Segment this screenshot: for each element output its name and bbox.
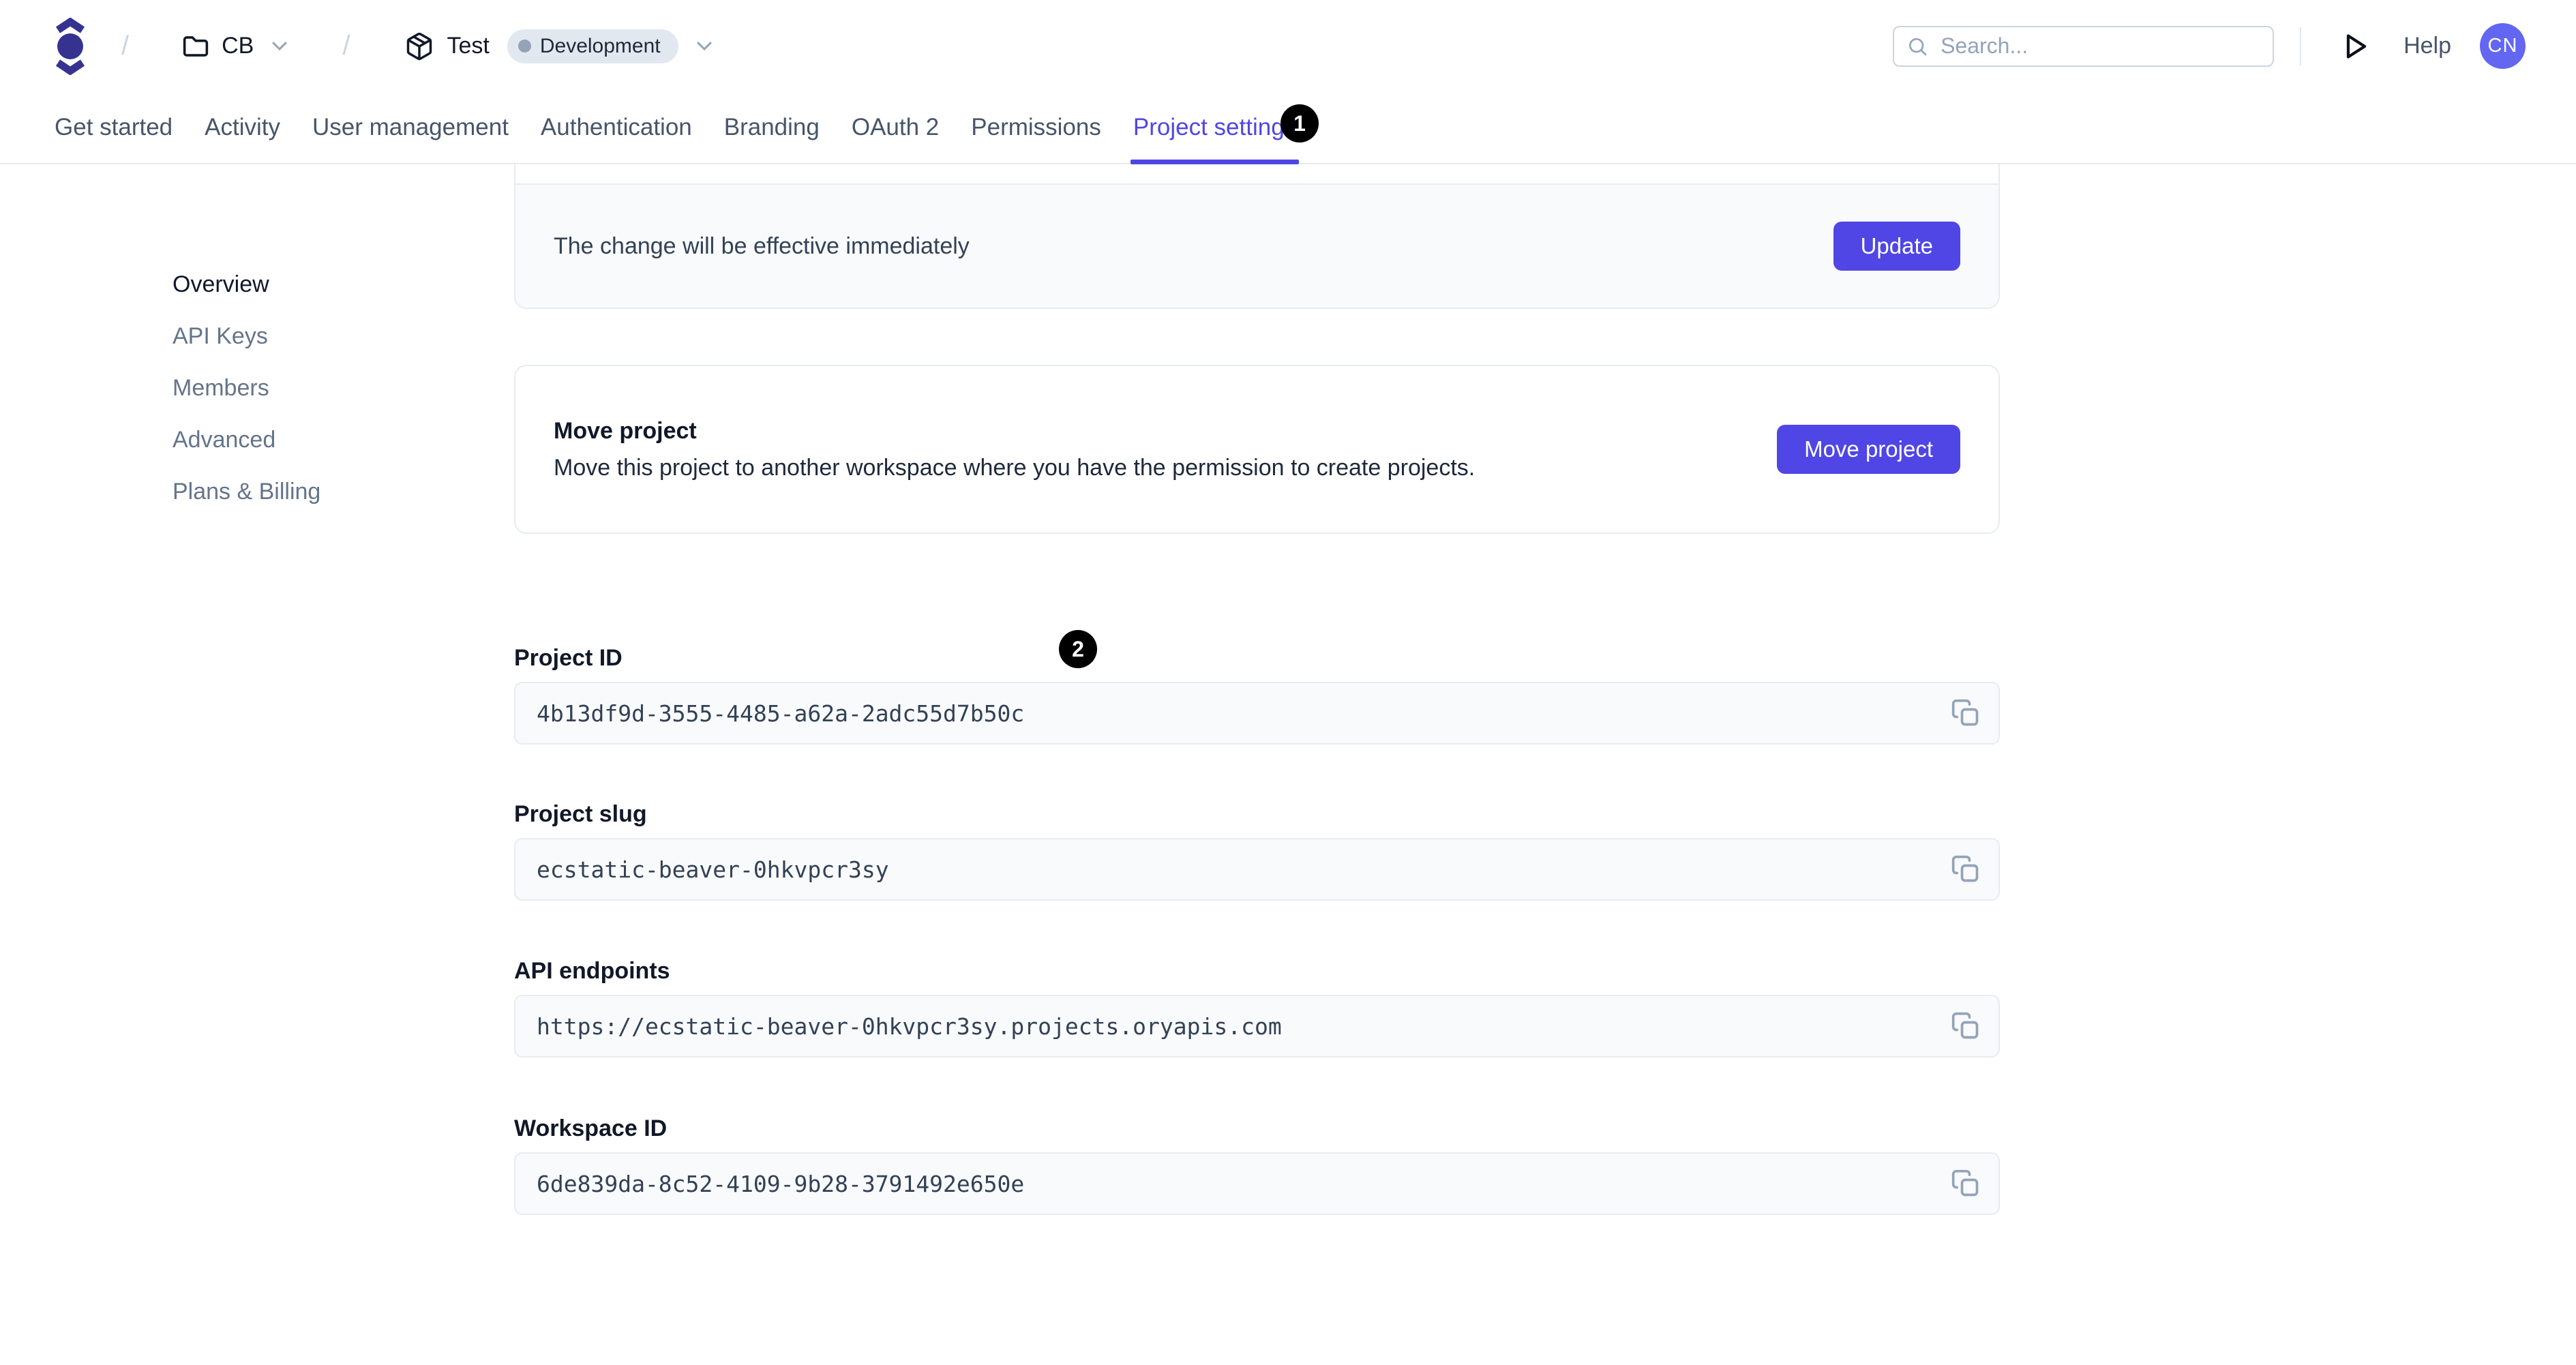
copy-icon bbox=[1951, 1011, 1981, 1041]
move-project-text: Move project Move this project to anothe… bbox=[554, 418, 1475, 481]
workspace-id-label: Workspace ID bbox=[514, 1115, 668, 1141]
field-workspace-id: Workspace ID bbox=[514, 1114, 2000, 1215]
ory-console-page: / CB / Test Development Search... Help C… bbox=[0, 0, 2576, 1365]
workspace-switcher[interactable]: CB bbox=[182, 33, 288, 59]
copy-button[interactable] bbox=[1945, 849, 1986, 890]
api-endpoints-label: API endpoints bbox=[514, 957, 670, 984]
tab-activity[interactable]: Activity bbox=[205, 92, 280, 163]
project-slug-label: Project slug bbox=[514, 800, 647, 827]
project-id-input-box bbox=[514, 682, 2000, 745]
folder-icon bbox=[182, 34, 209, 59]
annotation-badge-1: 1 bbox=[1280, 104, 1319, 142]
api-endpoints-input-box bbox=[514, 995, 2000, 1058]
move-project-title: Move project bbox=[554, 417, 697, 444]
project-name: Test bbox=[447, 33, 490, 59]
help-link[interactable]: Help bbox=[2403, 33, 2451, 59]
update-card-footer: The change will be effective immediately… bbox=[515, 183, 1998, 308]
topbar-divider bbox=[2300, 27, 2302, 65]
settings-content: The change will be effective immediately… bbox=[514, 0, 2000, 1365]
annotation-badge-2: 2 bbox=[1059, 630, 1097, 668]
workspace-id-input-box bbox=[514, 1152, 2000, 1215]
workspace-id-value[interactable] bbox=[535, 1169, 1945, 1198]
workspace-name: CB bbox=[222, 33, 254, 59]
sidebar-item-members[interactable]: Members bbox=[173, 362, 320, 414]
sidebar-item-advanced[interactable]: Advanced bbox=[173, 414, 320, 466]
tab-get-started[interactable]: Get started bbox=[55, 92, 173, 163]
update-button[interactable]: Update bbox=[1833, 222, 1960, 271]
play-icon-button[interactable] bbox=[2343, 32, 2369, 61]
api-endpoints-value[interactable] bbox=[535, 1012, 1945, 1040]
package-icon bbox=[404, 31, 434, 61]
breadcrumb-separator: / bbox=[121, 31, 130, 61]
copy-button[interactable] bbox=[1945, 693, 1986, 734]
move-project-button[interactable]: Move project bbox=[1777, 425, 1960, 474]
sidebar-item-overview[interactable]: Overview bbox=[173, 258, 320, 310]
project-slug-value[interactable] bbox=[535, 855, 1945, 884]
update-card-message: The change will be effective immediately bbox=[554, 232, 970, 259]
copy-icon bbox=[1951, 854, 1981, 884]
copy-icon bbox=[1951, 1169, 1981, 1199]
field-api-endpoints: API endpoints bbox=[514, 957, 2000, 1058]
move-project-description: Move this project to another workspace w… bbox=[554, 454, 1476, 481]
chevron-down-icon bbox=[271, 41, 288, 51]
user-avatar[interactable]: CN bbox=[2480, 23, 2526, 69]
update-card: The change will be effective immediately… bbox=[514, 164, 2000, 309]
field-project-id: Project ID bbox=[514, 644, 2000, 745]
update-card-body-cutoff bbox=[515, 164, 1998, 183]
move-project-card: Move project Move this project to anothe… bbox=[514, 365, 2000, 534]
sidebar-item-api-keys[interactable]: API Keys bbox=[173, 310, 320, 362]
tab-user-management[interactable]: User management bbox=[312, 92, 509, 163]
copy-icon bbox=[1951, 698, 1981, 728]
field-project-slug: Project slug bbox=[514, 800, 2000, 901]
project-slug-input-box bbox=[514, 838, 2000, 901]
settings-sidebar: Overview API Keys Members Advanced Plans… bbox=[173, 258, 320, 518]
project-id-value[interactable] bbox=[535, 699, 1945, 728]
ory-logo-icon[interactable] bbox=[55, 17, 86, 75]
sidebar-item-plans-billing[interactable]: Plans & Billing bbox=[173, 466, 320, 518]
project-id-label: Project ID bbox=[514, 644, 623, 671]
copy-button[interactable] bbox=[1945, 1006, 1986, 1047]
breadcrumb-separator: / bbox=[342, 31, 350, 61]
copy-button[interactable] bbox=[1945, 1163, 1986, 1204]
